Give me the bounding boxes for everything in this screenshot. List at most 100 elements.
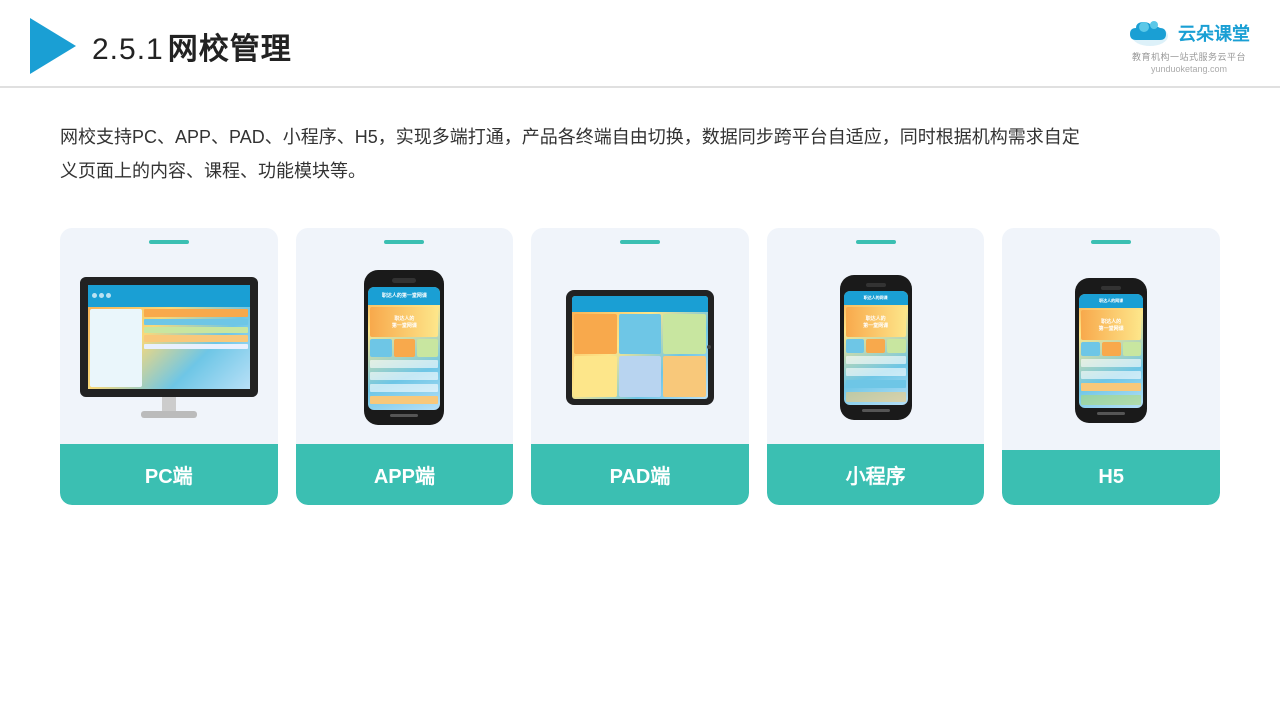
logo-subtitle: 教育机构一站式服务云平台 <box>1132 50 1246 63</box>
phone-item-2 <box>394 339 415 357</box>
cards-container: PC端 职达人的第一堂网课 职达人的第一堂网课 <box>0 218 1280 505</box>
phone-notch-h5 <box>1101 286 1121 290</box>
phone-banner-text-app: 职达人的第一堂网课 <box>392 315 417 329</box>
card-pc: PC端 <box>60 228 278 505</box>
h5-item-1 <box>1081 342 1100 356</box>
logo-area: 云朵课堂 教育机构一站式服务云平台 yunduoketang.com <box>1128 18 1250 74</box>
card-app: 职达人的第一堂网课 职达人的第一堂网课 <box>296 228 514 505</box>
content-block-3 <box>144 327 248 333</box>
card-image-h5: 职达人的网课 职达人的第一堂网课 <box>1002 244 1220 450</box>
header-left: 2.5.1网校管理 <box>30 18 292 74</box>
header: 2.5.1网校管理 云朵课堂 教育机构一站式服务云平台 yunduoketang… <box>0 0 1280 88</box>
tablet-block-5 <box>619 356 662 397</box>
h5-list-2 <box>1081 371 1141 379</box>
title-text: 网校管理 <box>168 33 292 66</box>
phone-content-app: 职达人的第一堂网课 <box>368 305 440 410</box>
tablet-block-6 <box>663 356 706 397</box>
phone-banner-text-h5: 职达人的第一堂网课 <box>1099 318 1124 332</box>
phone-body-mini: 职达人的网课 职达人的第一堂网课 <box>840 275 912 420</box>
monitor-dot-3 <box>106 293 111 298</box>
tablet-block-4 <box>574 356 617 397</box>
tablet-body <box>566 290 714 405</box>
phone-home-bar-app <box>390 414 418 417</box>
phone-list-3 <box>370 384 438 392</box>
phone-banner-mini: 职达人的第一堂网课 <box>846 307 906 337</box>
monitor-stand <box>162 397 176 411</box>
card-image-pc <box>60 244 278 444</box>
phone-list-1 <box>370 360 438 368</box>
mini-list-3 <box>846 380 906 388</box>
phone-notch-mini <box>866 283 886 287</box>
card-image-mini: 职达人的网课 职达人的第一堂网课 <box>767 244 985 444</box>
phone-screen-mini: 职达人的网课 职达人的第一堂网课 <box>844 291 908 405</box>
monitor-dot-2 <box>99 293 104 298</box>
card-pad: PAD端 <box>531 228 749 505</box>
pad-tablet <box>566 290 714 405</box>
monitor-screen-top <box>88 285 250 307</box>
tablet-camera <box>707 345 711 349</box>
phone-banner-text-mini: 职达人的第一堂网课 <box>863 315 888 329</box>
mini-list-2 <box>846 368 906 376</box>
mini-promo <box>846 392 906 402</box>
logo-cloud: 云朵课堂 <box>1128 18 1250 48</box>
monitor-dot-1 <box>92 293 97 298</box>
phone-row-h5 <box>1081 342 1141 356</box>
phone-row-mini <box>846 339 906 353</box>
phone-body-app: 职达人的第一堂网课 职达人的第一堂网课 <box>364 270 444 425</box>
card-label-pad: PAD端 <box>531 444 749 505</box>
app-phone: 职达人的第一堂网课 职达人的第一堂网课 <box>364 270 444 425</box>
card-label-app: APP端 <box>296 444 514 505</box>
tablet-block-3 <box>663 314 706 355</box>
card-label-mini: 小程序 <box>767 444 985 505</box>
h5-phone: 职达人的网课 职达人的第一堂网课 <box>1075 278 1147 423</box>
mini-phone: 职达人的网课 职达人的第一堂网课 <box>840 275 912 420</box>
phone-banner-h5: 职达人的第一堂网课 <box>1081 310 1141 340</box>
phone-screen-app: 职达人的第一堂网课 职达人的第一堂网课 <box>368 287 440 410</box>
h5-item-3 <box>1123 342 1142 356</box>
phone-notch-app <box>392 278 416 283</box>
phone-list-2 <box>370 372 438 380</box>
mini-list-1 <box>846 356 906 364</box>
phone-row-1 <box>370 339 438 357</box>
mini-item-3 <box>887 339 906 353</box>
h5-list-1 <box>1081 359 1141 367</box>
card-label-pc: PC端 <box>60 444 278 505</box>
phone-body-h5: 职达人的网课 职达人的第一堂网课 <box>1075 278 1147 423</box>
h5-item-2 <box>1102 342 1121 356</box>
phone-home-bar-h5 <box>1097 412 1125 415</box>
phone-header-mini: 职达人的网课 <box>844 291 908 305</box>
logo-name: 云朵课堂 <box>1178 20 1250 46</box>
cloud-icon <box>1128 18 1172 48</box>
monitor-content <box>144 309 248 387</box>
phone-item-1 <box>370 339 391 357</box>
content-block-1 <box>144 309 248 317</box>
tablet-block-2 <box>619 314 662 355</box>
tablet-block-1 <box>574 314 617 355</box>
play-icon <box>30 18 76 74</box>
section-number: 2.5.1 <box>92 33 164 66</box>
card-h5: 职达人的网课 职达人的第一堂网课 <box>1002 228 1220 505</box>
h5-promo <box>1081 395 1141 405</box>
card-image-pad <box>531 244 749 444</box>
tablet-body-content <box>572 312 708 399</box>
monitor-base <box>141 411 197 418</box>
card-image-app: 职达人的第一堂网课 职达人的第一堂网课 <box>296 244 514 444</box>
mini-item-1 <box>846 339 865 353</box>
phone-content-h5: 职达人的第一堂网课 <box>1079 308 1143 408</box>
content-block-5 <box>144 344 248 349</box>
card-miniprogram: 职达人的网课 职达人的第一堂网课 <box>767 228 985 505</box>
logo-url: yunduoketang.com <box>1151 64 1227 74</box>
monitor-sidebar <box>90 309 142 387</box>
description-text: 网校支持PC、APP、PAD、小程序、H5，实现多端打通，产品各终端自由切换，数… <box>0 88 1150 208</box>
phone-header-app: 职达人的第一堂网课 <box>368 287 440 305</box>
monitor-screen-body <box>88 307 250 389</box>
monitor-screen <box>88 285 250 389</box>
phone-banner-app: 职达人的第一堂网课 <box>370 307 438 337</box>
page-title: 2.5.1网校管理 <box>92 24 292 68</box>
content-block-4 <box>144 335 248 342</box>
mini-item-2 <box>866 339 885 353</box>
content-block-2 <box>144 319 248 325</box>
phone-item-3 <box>417 339 438 357</box>
h5-list-3 <box>1081 383 1141 391</box>
tablet-header <box>572 296 708 312</box>
